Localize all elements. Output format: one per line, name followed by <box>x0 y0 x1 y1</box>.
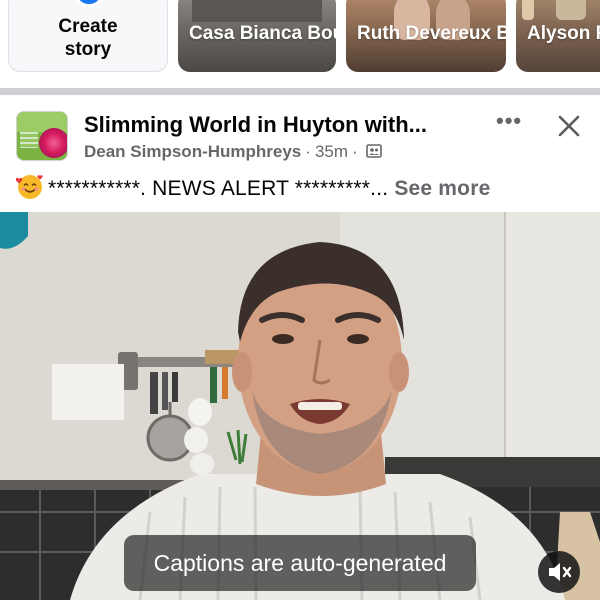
story-name: Casa Bianca Boutique H... <box>189 23 336 44</box>
meta-separator: · <box>352 142 358 161</box>
see-more-link[interactable]: See more <box>394 177 490 200</box>
post-time[interactable]: 35m <box>315 142 348 161</box>
feed-divider <box>0 88 600 95</box>
author-name[interactable]: Dean Simpson-Humphreys <box>84 142 301 161</box>
story-thumbnail <box>556 0 586 20</box>
group-title[interactable]: Slimming World in Huyton with... <box>84 111 427 139</box>
more-options-button[interactable]: ••• <box>496 110 522 137</box>
create-story-label: Create story <box>58 16 118 60</box>
post-body-text: ***********. NEWS ALERT *********... <box>48 177 389 200</box>
plus-icon <box>73 0 105 7</box>
story-card-alyson[interactable]: Alyson Rochfor <box>516 0 600 72</box>
close-icon[interactable] <box>555 112 583 140</box>
group-avatar[interactable] <box>16 111 68 161</box>
story-name: Alyson Rochfor <box>527 23 600 44</box>
story-thumbnail <box>192 0 322 22</box>
avatar-text-lines <box>20 132 38 148</box>
post-header: Slimming World in Huyton with... Dean Si… <box>0 95 600 212</box>
story-card-casa-bianca[interactable]: Casa Bianca Boutique H... <box>178 0 336 72</box>
create-story-card[interactable]: Create story <box>8 0 168 72</box>
story-thumbnail <box>522 0 534 20</box>
story-card-ruth-devereux[interactable]: Ruth Devereux B... <box>346 0 506 72</box>
speaker-muted-icon[interactable] <box>538 551 580 593</box>
story-name: Ruth Devereux B... <box>357 23 506 44</box>
post-meta: Dean Simpson-Humphreys · 35m · <box>84 141 382 163</box>
flower-icon <box>39 128 67 158</box>
caption-overlay: Captions are auto-generated <box>124 535 476 591</box>
group-members-icon <box>365 143 382 159</box>
stories-row: Create story Casa Bianca Boutique H... R… <box>0 0 600 88</box>
post-text: ***********. NEWS ALERT *********... See… <box>15 173 490 203</box>
smiling-face-with-hearts-icon <box>15 173 44 201</box>
meta-separator: · <box>305 142 311 161</box>
